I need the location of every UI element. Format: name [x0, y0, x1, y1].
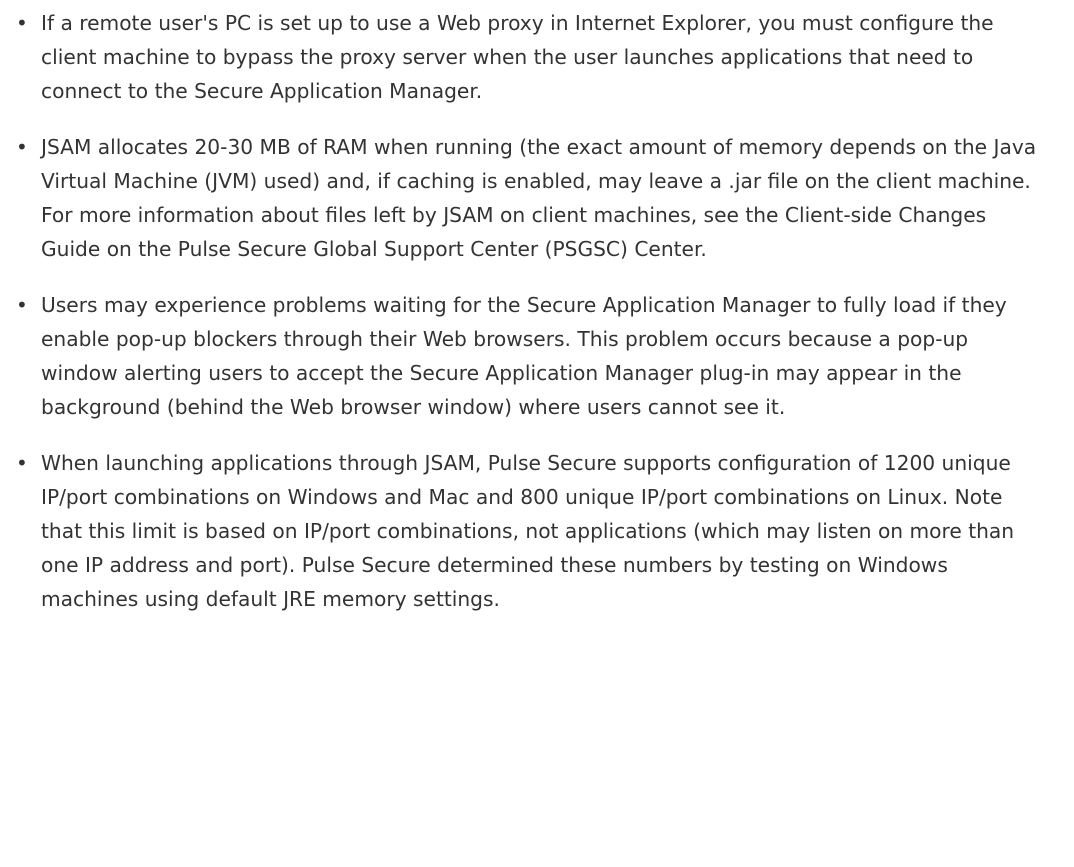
bullet-icon: •: [16, 293, 28, 317]
bullet-list: • If a remote user's PC is set up to use…: [0, 0, 1074, 616]
list-item: • JSAM allocates 20-30 MB of RAM when ru…: [0, 130, 1074, 266]
list-item: • If a remote user's PC is set up to use…: [0, 6, 1074, 108]
bullet-icon: •: [16, 135, 28, 159]
document-body: • If a remote user's PC is set up to use…: [0, 0, 1074, 867]
list-item-text: When launching applications through JSAM…: [41, 451, 1015, 611]
bullet-icon: •: [16, 11, 28, 35]
list-item-text: Users may experience problems waiting fo…: [41, 293, 1007, 419]
list-item-text: If a remote user's PC is set up to use a…: [41, 11, 994, 103]
list-item: • When launching applications through JS…: [0, 446, 1074, 616]
list-item: • Users may experience problems waiting …: [0, 288, 1074, 424]
list-item-text: JSAM allocates 20-30 MB of RAM when runn…: [41, 135, 1037, 261]
bullet-icon: •: [16, 451, 28, 475]
